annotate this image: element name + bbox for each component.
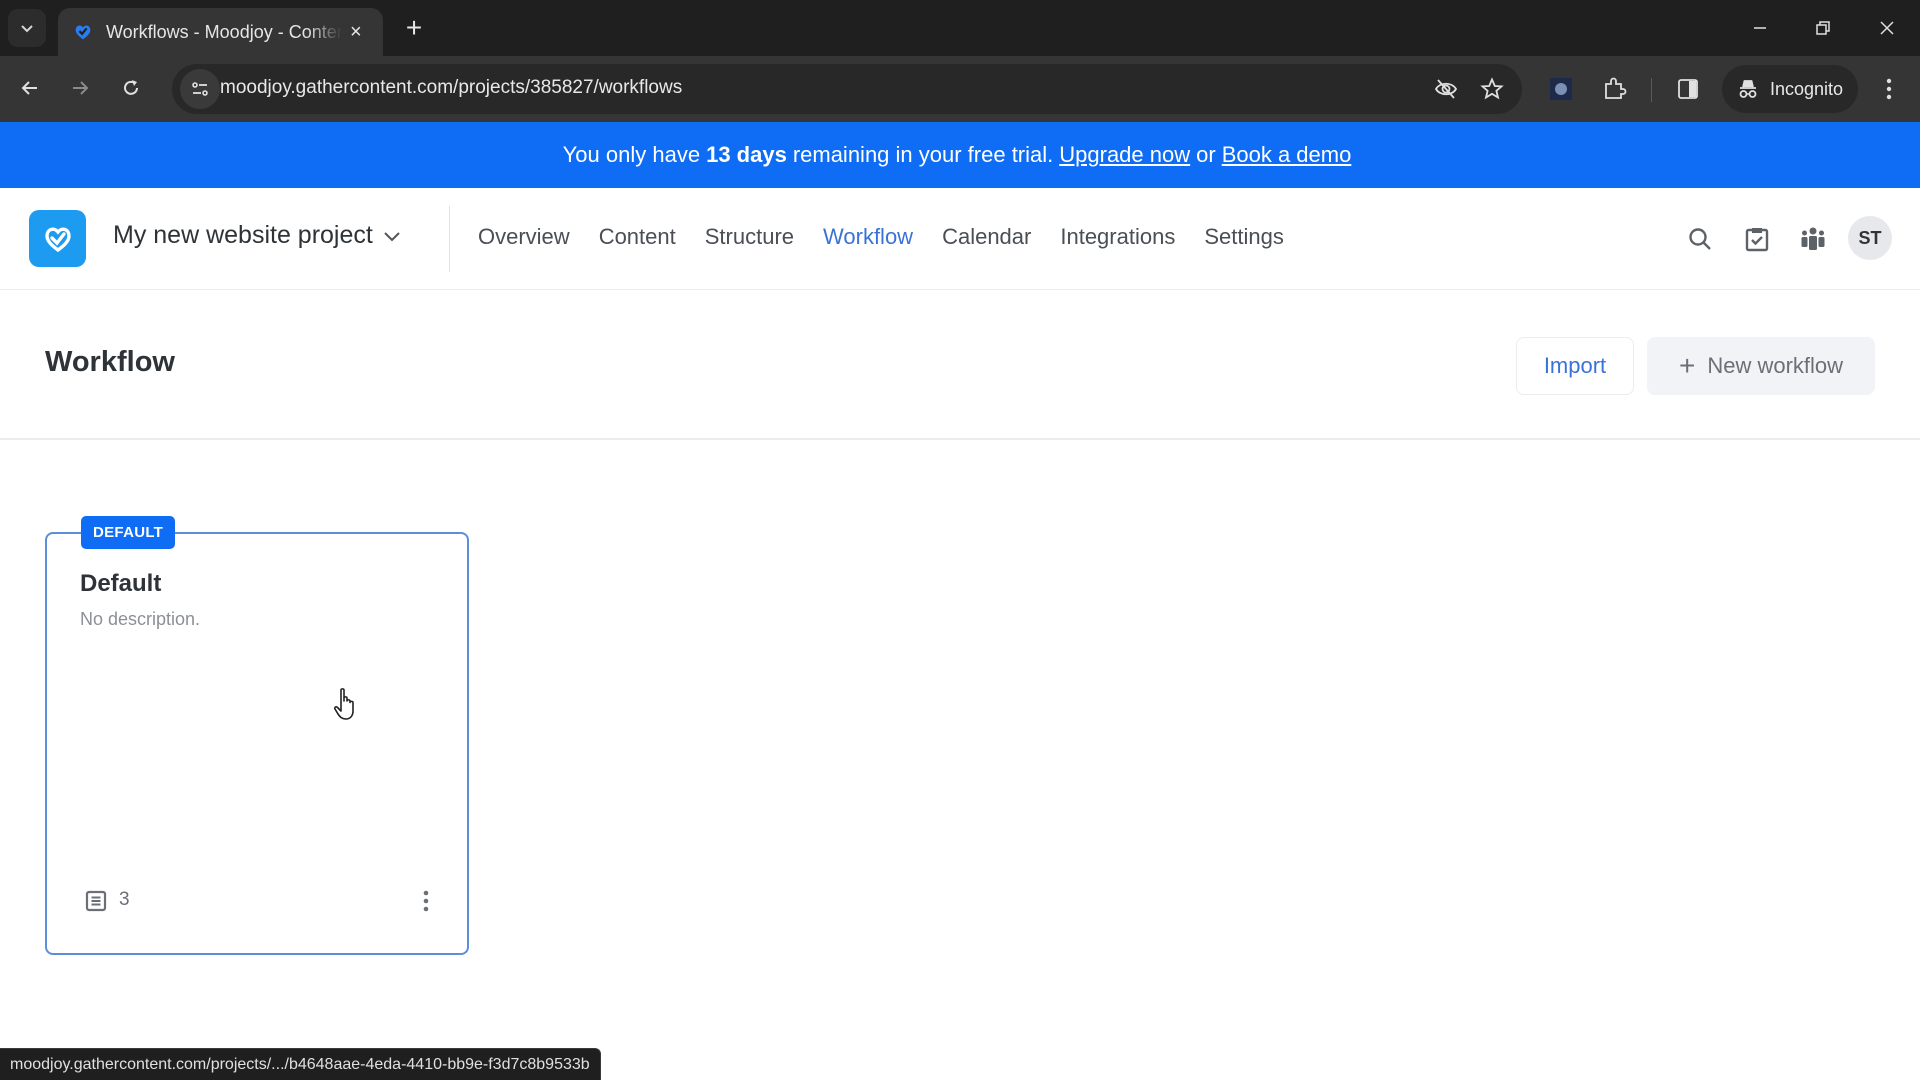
browser-menu-button[interactable] bbox=[1872, 72, 1906, 106]
import-button[interactable]: Import bbox=[1516, 337, 1634, 395]
browser-tab-bar: Workflows - Moodjoy - Content × + bbox=[0, 0, 1920, 56]
workflow-name: Default bbox=[80, 570, 162, 597]
reload-icon bbox=[124, 80, 138, 95]
app-header: My new website project Overview Content … bbox=[0, 188, 1920, 290]
close-tab-icon[interactable]: × bbox=[350, 21, 362, 44]
extension-button[interactable] bbox=[1544, 72, 1578, 106]
workflow-description: No description. bbox=[80, 609, 201, 629]
nav-settings[interactable]: Settings bbox=[1204, 224, 1284, 250]
search-icon bbox=[1689, 228, 1711, 250]
workflow-card[interactable]: DEFAULT Default No description. 3 bbox=[45, 516, 469, 955]
assignments-button[interactable] bbox=[1738, 220, 1776, 258]
minimize-window-button[interactable] bbox=[1735, 10, 1785, 46]
page-title: Workflow bbox=[45, 346, 175, 378]
arrow-left-icon bbox=[21, 81, 37, 95]
extensions-menu-button[interactable] bbox=[1597, 72, 1631, 106]
restore-icon bbox=[1816, 21, 1830, 35]
browser-toolbar: moodjoy.gathercontent.com/projects/38582… bbox=[0, 56, 1920, 122]
team-button[interactable] bbox=[1794, 220, 1832, 258]
nav-integrations[interactable]: Integrations bbox=[1060, 224, 1175, 250]
close-icon bbox=[1880, 21, 1894, 35]
forward-button[interactable] bbox=[60, 68, 100, 108]
gathercontent-favicon-icon bbox=[75, 25, 91, 40]
page-header: Workflow Import + New workflow bbox=[0, 290, 1920, 440]
incognito-indicator[interactable]: Incognito bbox=[1722, 65, 1858, 113]
back-button[interactable] bbox=[10, 68, 50, 108]
tab-title: Workflows - Moodjoy - Content bbox=[106, 21, 342, 42]
side-panel-icon bbox=[1678, 79, 1698, 99]
chevron-down-icon bbox=[21, 25, 33, 33]
hand-pointer-cursor-icon bbox=[333, 688, 354, 720]
logo-heart-icon bbox=[44, 227, 71, 252]
tune-icon bbox=[192, 82, 208, 96]
document-list-icon bbox=[85, 890, 107, 912]
reload-button[interactable] bbox=[111, 68, 151, 108]
nav-calendar[interactable]: Calendar bbox=[942, 224, 1031, 250]
link-status-bar: moodjoy.gathercontent.com/projects/.../b… bbox=[0, 1048, 601, 1080]
bookmark-button[interactable] bbox=[1477, 74, 1507, 104]
nav-workflow[interactable]: Workflow bbox=[823, 224, 913, 250]
upgrade-now-link[interactable]: Upgrade now bbox=[1059, 142, 1190, 168]
tracking-protection-button[interactable] bbox=[1431, 74, 1461, 104]
project-nav: Overview Content Structure Workflow Cale… bbox=[478, 224, 1313, 250]
workflow-item-count: 3 bbox=[119, 889, 130, 910]
address-bar[interactable]: moodjoy.gathercontent.com/projects/38582… bbox=[172, 64, 1522, 114]
banner-days: 13 days bbox=[706, 142, 787, 167]
default-badge: DEFAULT bbox=[81, 516, 176, 549]
arrow-right-icon bbox=[73, 81, 89, 95]
star-icon bbox=[1480, 77, 1504, 100]
project-switcher[interactable]: My new website project bbox=[113, 221, 401, 250]
new-workflow-button[interactable]: + New workflow bbox=[1647, 337, 1875, 395]
search-button[interactable] bbox=[1681, 220, 1719, 258]
incognito-label: Incognito bbox=[1770, 78, 1844, 99]
toolbar-divider bbox=[1651, 78, 1652, 102]
book-demo-link[interactable]: Book a demo bbox=[1222, 142, 1352, 168]
incognito-icon bbox=[1739, 80, 1757, 98]
extension-logo-icon bbox=[1550, 78, 1572, 100]
banner-or: or bbox=[1196, 142, 1216, 167]
side-panel-button[interactable] bbox=[1671, 72, 1705, 106]
nav-content[interactable]: Content bbox=[599, 224, 676, 250]
tab-search-button[interactable] bbox=[8, 9, 46, 47]
workflow-options-button[interactable] bbox=[411, 884, 441, 918]
trial-banner: You only have 13 days remaining in your … bbox=[0, 122, 1920, 188]
browser-tab-active[interactable]: Workflows - Moodjoy - Content × bbox=[58, 8, 383, 56]
user-avatar[interactable]: ST bbox=[1848, 216, 1892, 260]
header-divider bbox=[449, 206, 450, 272]
chevron-down-icon bbox=[384, 231, 400, 241]
nav-structure[interactable]: Structure bbox=[705, 224, 794, 250]
clipboard-check-icon bbox=[1745, 228, 1769, 252]
site-info-button[interactable] bbox=[180, 69, 220, 109]
banner-middle: remaining in your free trial. bbox=[792, 142, 1054, 167]
more-vertical-icon bbox=[423, 890, 429, 912]
new-tab-button[interactable]: + bbox=[398, 12, 430, 44]
plus-icon: + bbox=[1678, 350, 1696, 381]
eye-off-icon bbox=[1434, 79, 1458, 99]
minimize-icon bbox=[1754, 27, 1766, 29]
banner-prefix: You only have bbox=[562, 142, 701, 167]
url-text[interactable]: moodjoy.gathercontent.com/projects/38582… bbox=[220, 77, 682, 99]
team-icon bbox=[1801, 227, 1825, 250]
new-workflow-label: New workflow bbox=[1707, 353, 1844, 378]
close-window-button[interactable] bbox=[1862, 10, 1912, 46]
project-name: My new website project bbox=[113, 221, 373, 249]
workflow-list: DEFAULT Default No description. 3 bbox=[0, 442, 1920, 1080]
nav-overview[interactable]: Overview bbox=[478, 224, 570, 250]
restore-window-button[interactable] bbox=[1798, 10, 1848, 46]
puzzle-icon bbox=[1605, 77, 1627, 99]
gathercontent-logo[interactable] bbox=[29, 210, 86, 267]
more-vertical-icon bbox=[1886, 78, 1892, 100]
